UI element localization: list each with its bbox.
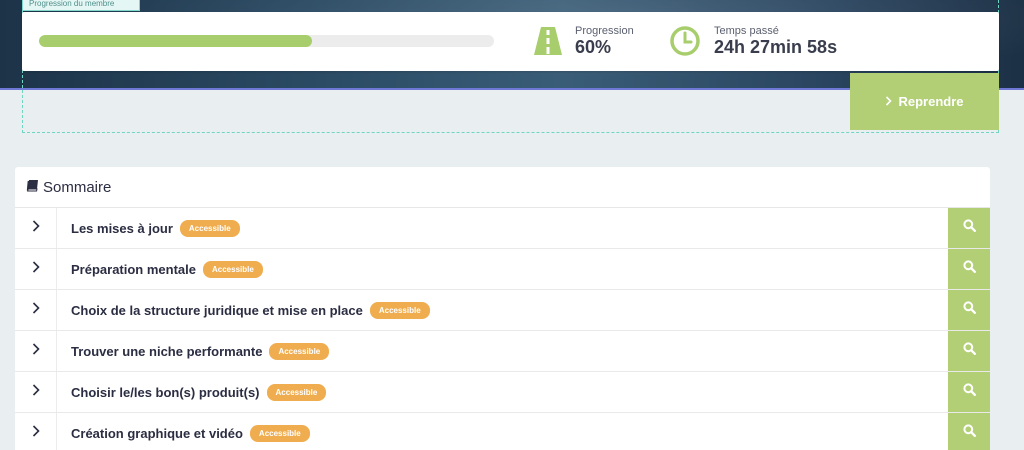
chevron-right-icon xyxy=(32,383,40,401)
summary-panel: Sommaire Les mises à jour Accessible Prépa… xyxy=(15,167,990,450)
progress-bar-fill xyxy=(39,35,312,47)
progress-card: Progression 60% Temps passé 24h 27min 58… xyxy=(22,12,999,71)
expand-toggle[interactable] xyxy=(15,372,57,412)
module-title[interactable]: Création graphique et vidéo xyxy=(57,426,243,441)
accessible-badge: Accessible xyxy=(179,219,240,237)
module-title[interactable]: Choisir le/les bon(s) produit(s) xyxy=(57,385,260,400)
chevron-right-icon xyxy=(32,219,40,237)
chevron-right-icon xyxy=(32,342,40,360)
module-search-button[interactable] xyxy=(948,331,990,371)
chevron-right-icon xyxy=(885,94,893,109)
accessible-badge: Accessible xyxy=(249,424,310,442)
module-title[interactable]: Choix de la structure juridique et mise … xyxy=(57,303,363,318)
module-title[interactable]: Trouver une niche performante xyxy=(57,344,262,359)
expand-toggle[interactable] xyxy=(15,290,57,330)
module-title[interactable]: Les mises à jour xyxy=(57,221,173,236)
clock-icon xyxy=(669,25,705,57)
time-spent-value: 24h 27min 58s xyxy=(714,37,838,57)
chevron-right-icon xyxy=(32,301,40,319)
module-list: Les mises à jour Accessible Préparation me… xyxy=(15,208,990,450)
module-title[interactable]: Préparation mentale xyxy=(57,262,196,277)
time-spent-label: Temps passé xyxy=(714,25,779,37)
search-icon xyxy=(962,424,976,442)
search-icon xyxy=(962,260,976,278)
accessible-badge: Accessible xyxy=(269,342,330,360)
resume-button[interactable]: Reprendre xyxy=(850,73,999,130)
expand-toggle[interactable] xyxy=(15,208,57,248)
module-search-button[interactable] xyxy=(948,372,990,412)
summary-title: Sommaire xyxy=(43,178,112,196)
member-progress-tag: Progression du membre xyxy=(22,0,140,11)
module-search-button[interactable] xyxy=(948,249,990,289)
module-search-button[interactable] xyxy=(948,208,990,248)
chevron-right-icon xyxy=(32,260,40,278)
module-search-button[interactable] xyxy=(948,290,990,330)
search-icon xyxy=(962,383,976,401)
module-row[interactable]: Choix de la structure juridique et mise … xyxy=(15,290,990,331)
module-row[interactable]: Choisir le/les bon(s) produit(s) Accessib… xyxy=(15,372,990,413)
summary-header: Sommaire xyxy=(15,167,990,208)
search-icon xyxy=(962,219,976,237)
search-icon xyxy=(962,342,976,360)
progression-label: Progression xyxy=(575,25,634,37)
resume-label: Reprendre xyxy=(898,94,964,109)
book-icon xyxy=(26,179,43,196)
search-icon xyxy=(962,301,976,319)
chevron-right-icon xyxy=(32,424,40,442)
expand-toggle[interactable] xyxy=(15,331,57,371)
accessible-badge: Accessible xyxy=(369,301,430,319)
module-search-button[interactable] xyxy=(948,413,990,450)
accessible-badge: Accessible xyxy=(266,383,327,401)
accessible-badge: Accessible xyxy=(203,260,263,278)
module-row[interactable]: Trouver une niche performante Accessible xyxy=(15,331,990,372)
road-icon xyxy=(530,25,566,57)
module-row[interactable]: Création graphique et vidéo Accessible xyxy=(15,413,990,450)
expand-toggle[interactable] xyxy=(15,413,57,450)
module-row[interactable]: Préparation mentale Accessible xyxy=(15,249,990,290)
module-row[interactable]: Les mises à jour Accessible xyxy=(15,208,990,249)
progression-value: 60% xyxy=(575,37,612,57)
expand-toggle[interactable] xyxy=(15,249,57,289)
progress-bar xyxy=(39,35,494,47)
